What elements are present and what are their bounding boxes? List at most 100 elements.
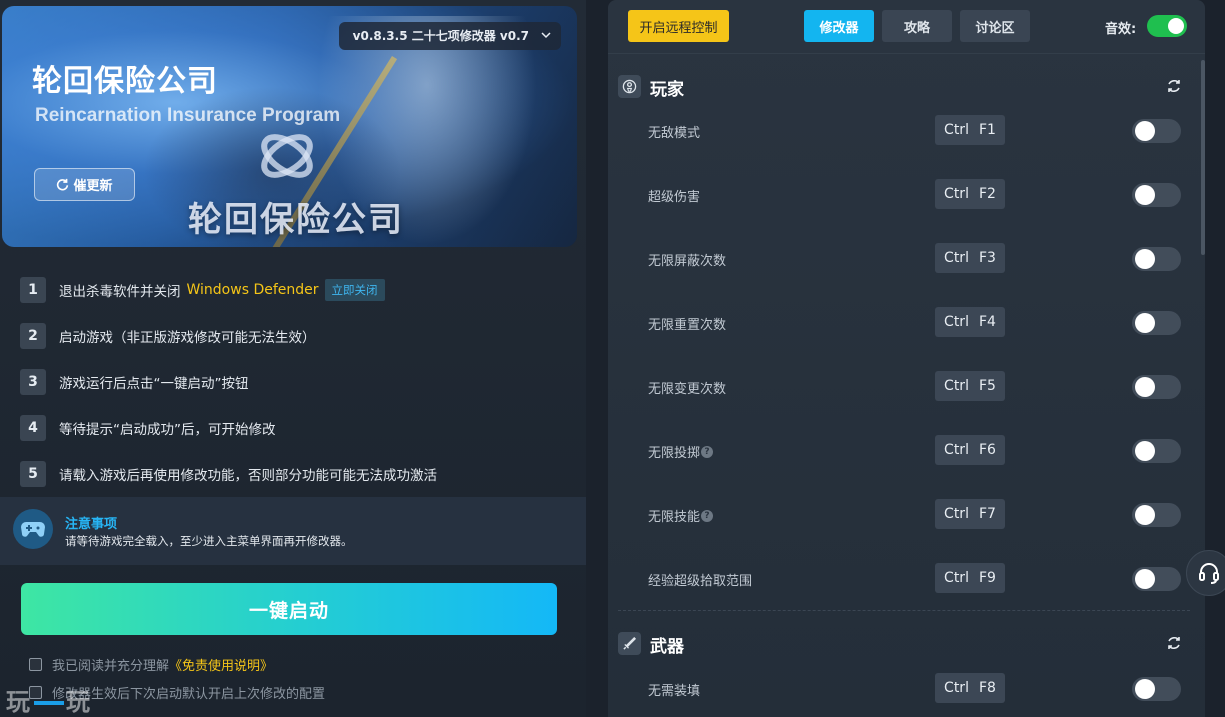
gamepad-icon [13, 509, 53, 549]
section-header-player: 玩家 [618, 74, 1188, 100]
refresh-icon [57, 178, 69, 191]
notice-title: 注意事项 [65, 517, 118, 532]
step-text: 启动游戏（非正版游戏修改可能无法生效） [59, 330, 316, 346]
step-number: 5 [20, 461, 46, 487]
cheat-toggle[interactable] [1132, 119, 1181, 143]
tab-trainer[interactable]: 修改器 [804, 10, 874, 42]
hotkey-badge[interactable]: Ctrl F4 [935, 307, 1005, 337]
hotkey-mod: Ctrl [944, 570, 969, 586]
reset-section-icon[interactable] [1166, 78, 1182, 94]
help-icon[interactable]: ? [701, 445, 714, 458]
cheat-label: 无限投掷? [648, 442, 714, 461]
cheat-toggle[interactable] [1132, 247, 1181, 271]
left-panel: 轮回保险公司 Reincarnation Insurance Program 轮… [0, 0, 586, 717]
reset-section-icon[interactable] [1166, 635, 1182, 651]
cheat-toggle[interactable] [1132, 677, 1181, 701]
agreement-checkbox[interactable] [29, 657, 42, 671]
toggle-knob [1135, 185, 1155, 205]
cheat-name: 无限投掷 [648, 446, 701, 461]
step-number: 4 [20, 415, 46, 441]
cheat-label: 经验超级拾取范围 [648, 570, 752, 589]
hotkey-key: F2 [978, 186, 996, 202]
step-text: 等待提示“启动成功”后，可开始修改 [59, 422, 276, 438]
step-5: 5 请载入游戏后再使用修改功能，否则部分功能可能无法成功激活 [20, 461, 437, 487]
trainer-panel: 开启远程控制 修改器 攻略 讨论区 音效: 玩家 无敌模式 Ctrl F1 超级伤… [608, 0, 1205, 717]
toggle-knob [1135, 313, 1155, 333]
hotkey-mod: Ctrl [944, 378, 969, 394]
toggle-knob [1135, 249, 1155, 269]
step-text: 请载入游戏后再使用修改功能，否则部分功能可能无法成功激活 [59, 468, 437, 484]
toggle-knob [1135, 569, 1155, 589]
hotkey-badge[interactable]: Ctrl F6 [935, 435, 1005, 465]
cheat-toggle[interactable] [1132, 503, 1181, 527]
hotkey-badge[interactable]: Ctrl F9 [935, 563, 1005, 593]
customer-support-button[interactable] [1186, 550, 1225, 596]
step-highlight: Windows Defender [186, 282, 319, 298]
hotkey-key: F6 [978, 442, 996, 458]
cheat-toggle[interactable] [1132, 183, 1181, 207]
cheat-label: 无限重置次数 [648, 314, 726, 333]
remote-control-button[interactable]: 开启远程控制 [628, 10, 729, 42]
cheat-label: 无敌模式 [648, 122, 700, 141]
version-selector[interactable]: v0.8.3.5 二十七项修改器 v0.7 [338, 22, 561, 50]
cheat-toggle[interactable] [1132, 375, 1181, 399]
step-text: 游戏运行后点击“一键启动”按钮 [59, 376, 249, 392]
toggle-knob [1168, 18, 1184, 34]
cheat-name: 超级伤害 [648, 190, 701, 205]
section-title: 武器 [650, 637, 684, 657]
section-header-weapons: 武器 [618, 631, 1188, 657]
disable-defender-button[interactable]: 立即关闭 [324, 279, 385, 301]
tab-discussion[interactable]: 讨论区 [960, 10, 1030, 42]
hotkey-mod: Ctrl [944, 314, 969, 330]
hotkey-key: F9 [978, 570, 996, 586]
cheat-row: 无敌模式 Ctrl F1 [608, 115, 1205, 145]
game-title: 轮回保险公司 [32, 64, 218, 99]
cheat-toggle[interactable] [1132, 567, 1181, 591]
hotkey-badge[interactable]: Ctrl F8 [935, 673, 1005, 703]
section-divider [618, 610, 1190, 611]
game-logo-text: 轮回保险公司 [188, 200, 404, 240]
game-subtitle: Reincarnation Insurance Program [35, 105, 341, 126]
agreement-text: 我已阅读并充分理解 [52, 658, 170, 674]
step-text: 退出杀毒软件并关闭 [59, 284, 181, 300]
step-number: 2 [20, 323, 46, 349]
cheat-name: 无敌模式 [648, 126, 701, 141]
step-2: 2 启动游戏（非正版游戏修改可能无法生效） [20, 323, 316, 349]
hotkey-key: F1 [978, 122, 996, 138]
toggle-knob [1135, 377, 1155, 397]
request-update-button[interactable]: 催更新 [34, 168, 135, 201]
cheat-name: 无限重置次数 [648, 318, 727, 333]
cheat-row: 无限重置次数 Ctrl F4 [608, 307, 1205, 337]
toggle-knob [1135, 441, 1155, 461]
cheat-label: 无需装填 [648, 680, 700, 699]
hotkey-mod: Ctrl [944, 506, 969, 522]
hotkey-key: F7 [978, 506, 996, 522]
watermark-right: 玩 [66, 688, 92, 716]
step-number: 1 [20, 277, 46, 303]
cheat-toggle[interactable] [1132, 439, 1181, 463]
cheat-row: 无限技能? Ctrl F7 [608, 499, 1205, 529]
hotkey-badge[interactable]: Ctrl F7 [935, 499, 1005, 529]
cheat-toggle[interactable] [1132, 311, 1181, 335]
cheat-label: 无限技能? [648, 506, 714, 525]
agreement-checkbox-row[interactable]: 我已阅读并充分理解 《免责使用说明》 [29, 655, 273, 674]
tab-guide[interactable]: 攻略 [882, 10, 952, 42]
version-label: v0.8.3.5 二十七项修改器 v0.7 [352, 29, 529, 43]
hotkey-badge[interactable]: Ctrl F2 [935, 179, 1005, 209]
help-icon[interactable]: ? [701, 509, 714, 522]
step-3: 3 游戏运行后点击“一键启动”按钮 [20, 369, 249, 395]
cheat-row: 无限变更次数 Ctrl F5 [608, 371, 1205, 401]
one-click-launch-button[interactable]: 一键启动 [21, 583, 557, 635]
scrollbar[interactable] [1201, 60, 1205, 255]
sound-toggle[interactable] [1147, 15, 1187, 37]
hotkey-key: F3 [978, 250, 996, 266]
hotkey-badge[interactable]: Ctrl F5 [935, 371, 1005, 401]
cheat-label: 无限变更次数 [648, 378, 726, 397]
hotkey-badge[interactable]: Ctrl F1 [935, 115, 1005, 145]
disclaimer-link[interactable]: 《免责使用说明》 [169, 655, 273, 674]
hotkey-badge[interactable]: Ctrl F3 [935, 243, 1005, 273]
cheat-row: 无限投掷? Ctrl F6 [608, 435, 1205, 465]
hotkey-key: F5 [978, 378, 996, 394]
step-1: 1 退出杀毒软件并关闭 Windows Defender 立即关闭 [20, 277, 385, 303]
watermark-left: 玩 [6, 688, 32, 716]
